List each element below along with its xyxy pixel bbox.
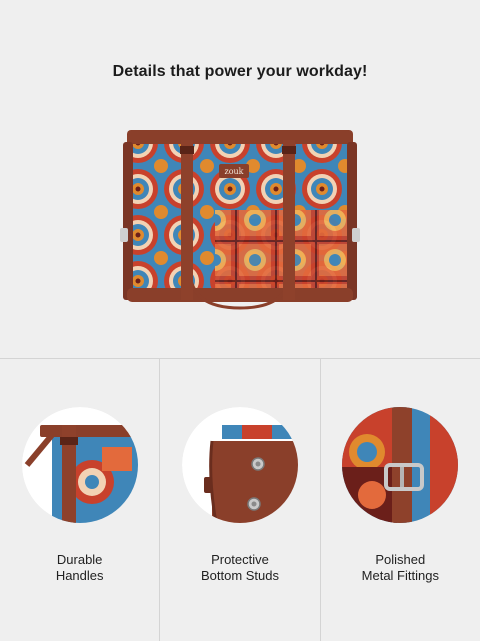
brand-tag: zouk [224,167,243,176]
feature-card-bottom-studs: Protective Bottom Studs [159,359,319,641]
metal-fittings-detail-image [342,407,459,523]
feature-card-metal-fittings: Polished Metal Fittings [319,359,480,641]
feature-caption-line-1: Protective [211,552,269,567]
feature-caption: Polished Metal Fittings [321,552,480,584]
feature-caption-line-2: Handles [55,568,104,583]
feature-card-durable-handles: Durable Handles [0,359,159,641]
page-title: Details that power your workday! [112,63,368,80]
feature-grid: Durable Handles Protective Bottom Studs [0,358,480,641]
feature-caption: Durable Handles [0,552,159,584]
feature-caption-line-1: Durable [56,552,103,567]
handle-detail-image [21,407,138,523]
feature-caption: Protective Bottom Studs [160,552,319,584]
product-image-tote-bag: zouk [120,130,360,310]
feature-caption-line-2: Metal Fittings [361,568,439,583]
bottom-studs-detail-image [181,407,298,523]
feature-caption-line-1: Polished [375,552,426,567]
feature-caption-line-2: Bottom Studs [200,568,280,583]
hero-section: Details that power your workday! zouk [0,0,480,358]
